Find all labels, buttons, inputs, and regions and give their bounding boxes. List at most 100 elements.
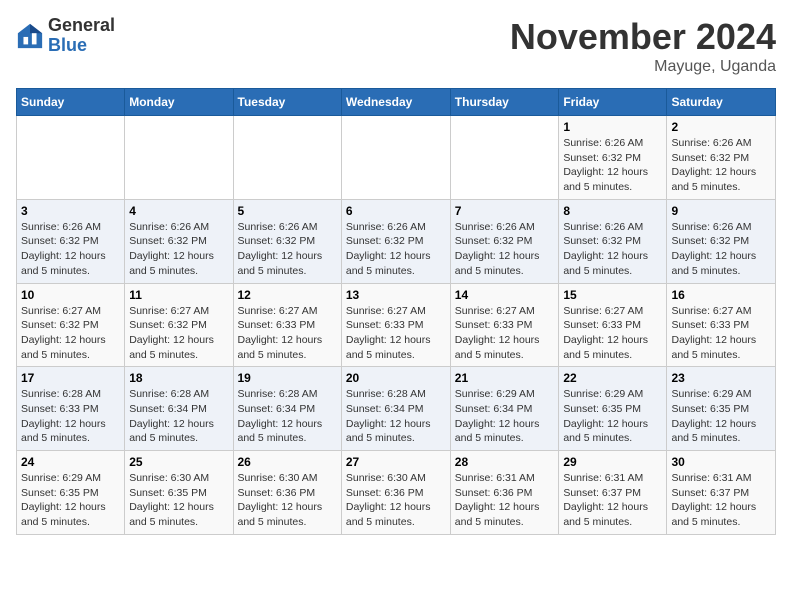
calendar-cell: 27 Sunrise: 6:30 AM Sunset: 6:36 PM Dayli… <box>341 451 450 535</box>
title-area: November 2024 Mayuge, Uganda <box>510 16 776 76</box>
calendar-table: SundayMondayTuesdayWednesdayThursdayFrid… <box>16 88 776 535</box>
day-info: Sunrise: 6:26 AM Sunset: 6:32 PM Dayligh… <box>129 220 228 279</box>
day-number: 4 <box>129 204 228 218</box>
day-number: 12 <box>238 288 337 302</box>
day-info: Sunrise: 6:26 AM Sunset: 6:32 PM Dayligh… <box>671 136 771 195</box>
day-number: 24 <box>21 455 120 469</box>
calendar-cell: 22Sunrise: 6:29 AM Sunset: 6:35 PM Dayli… <box>559 367 667 451</box>
day-number: 9 <box>671 204 771 218</box>
calendar-cell: 15 Sunrise: 6:27 AM Sunset: 6:33 PM Dayli… <box>559 283 667 367</box>
calendar-cell: 20Sunrise: 6:28 AM Sunset: 6:34 PM Dayli… <box>341 367 450 451</box>
calendar-cell: 12 Sunrise: 6:27 AM Sunset: 6:33 PM Dayli… <box>233 283 341 367</box>
calendar-subtitle: Mayuge, Uganda <box>510 58 776 76</box>
day-info: Sunrise: 6:31 AM Sunset: 6:36 PM Dayligh… <box>455 471 555 530</box>
calendar-cell <box>233 116 341 200</box>
day-info: Sunrise: 6:27 AM Sunset: 6:33 PM Dayligh… <box>238 304 337 363</box>
day-number: 8 <box>563 204 662 218</box>
calendar-cell <box>125 116 233 200</box>
day-number: 17 <box>21 371 120 385</box>
calendar-cell: 18 Sunrise: 6:28 AM Sunset: 6:34 PM Dayli… <box>125 367 233 451</box>
day-info: Sunrise: 6:26 AM Sunset: 6:32 PM Dayligh… <box>455 220 555 279</box>
day-number: 27 <box>346 455 446 469</box>
calendar-cell: 2 Sunrise: 6:26 AM Sunset: 6:32 PM Daylig… <box>667 116 776 200</box>
logo-text: General Blue <box>48 16 115 56</box>
day-info: Sunrise: 6:26 AM Sunset: 6:32 PM Dayligh… <box>563 136 662 195</box>
calendar-cell: 14 Sunrise: 6:27 AM Sunset: 6:33 PM Dayli… <box>450 283 559 367</box>
calendar-cell: 11 Sunrise: 6:27 AM Sunset: 6:32 PM Dayli… <box>125 283 233 367</box>
calendar-cell: 5Sunrise: 6:26 AM Sunset: 6:32 PM Daylig… <box>233 199 341 283</box>
calendar-cell: 4 Sunrise: 6:26 AM Sunset: 6:32 PM Daylig… <box>125 199 233 283</box>
calendar-cell: 9 Sunrise: 6:26 AM Sunset: 6:32 PM Daylig… <box>667 199 776 283</box>
header-wednesday: Wednesday <box>341 89 450 116</box>
day-info: Sunrise: 6:30 AM Sunset: 6:35 PM Dayligh… <box>129 471 228 530</box>
day-info: Sunrise: 6:30 AM Sunset: 6:36 PM Dayligh… <box>238 471 337 530</box>
day-number: 7 <box>455 204 555 218</box>
calendar-cell <box>450 116 559 200</box>
calendar-cell <box>17 116 125 200</box>
calendar-cell: 13 Sunrise: 6:27 AM Sunset: 6:33 PM Dayli… <box>341 283 450 367</box>
day-number: 11 <box>129 288 228 302</box>
calendar-cell: 19 Sunrise: 6:28 AM Sunset: 6:34 PM Dayli… <box>233 367 341 451</box>
day-number: 16 <box>671 288 771 302</box>
day-number: 13 <box>346 288 446 302</box>
week-row-5: 24Sunrise: 6:29 AM Sunset: 6:35 PM Dayli… <box>17 451 776 535</box>
day-number: 25 <box>129 455 228 469</box>
day-info: Sunrise: 6:29 AM Sunset: 6:34 PM Dayligh… <box>455 387 555 446</box>
header-thursday: Thursday <box>450 89 559 116</box>
day-info: Sunrise: 6:27 AM Sunset: 6:33 PM Dayligh… <box>455 304 555 363</box>
day-number: 30 <box>671 455 771 469</box>
logo-icon <box>16 22 44 50</box>
header-saturday: Saturday <box>667 89 776 116</box>
day-number: 14 <box>455 288 555 302</box>
day-number: 10 <box>21 288 120 302</box>
day-info: Sunrise: 6:28 AM Sunset: 6:34 PM Dayligh… <box>238 387 337 446</box>
calendar-cell: 6 Sunrise: 6:26 AM Sunset: 6:32 PM Daylig… <box>341 199 450 283</box>
day-info: Sunrise: 6:31 AM Sunset: 6:37 PM Dayligh… <box>563 471 662 530</box>
header-sunday: Sunday <box>17 89 125 116</box>
day-number: 1 <box>563 120 662 134</box>
day-info: Sunrise: 6:27 AM Sunset: 6:33 PM Dayligh… <box>346 304 446 363</box>
day-number: 21 <box>455 371 555 385</box>
calendar-title: November 2024 <box>510 16 776 58</box>
day-info: Sunrise: 6:29 AM Sunset: 6:35 PM Dayligh… <box>563 387 662 446</box>
day-info: Sunrise: 6:27 AM Sunset: 6:33 PM Dayligh… <box>563 304 662 363</box>
day-info: Sunrise: 6:31 AM Sunset: 6:37 PM Dayligh… <box>671 471 771 530</box>
day-number: 2 <box>671 120 771 134</box>
calendar-cell: 30 Sunrise: 6:31 AM Sunset: 6:37 PM Dayli… <box>667 451 776 535</box>
calendar-cell: 3Sunrise: 6:26 AM Sunset: 6:32 PM Daylig… <box>17 199 125 283</box>
day-number: 19 <box>238 371 337 385</box>
week-row-1: 1 Sunrise: 6:26 AM Sunset: 6:32 PM Daylig… <box>17 116 776 200</box>
day-number: 23 <box>671 371 771 385</box>
day-info: Sunrise: 6:28 AM Sunset: 6:34 PM Dayligh… <box>129 387 228 446</box>
day-number: 20 <box>346 371 446 385</box>
day-info: Sunrise: 6:28 AM Sunset: 6:33 PM Dayligh… <box>21 387 120 446</box>
day-info: Sunrise: 6:30 AM Sunset: 6:36 PM Dayligh… <box>346 471 446 530</box>
week-row-3: 10 Sunrise: 6:27 AM Sunset: 6:32 PM Dayli… <box>17 283 776 367</box>
day-info: Sunrise: 6:26 AM Sunset: 6:32 PM Dayligh… <box>671 220 771 279</box>
week-row-2: 3Sunrise: 6:26 AM Sunset: 6:32 PM Daylig… <box>17 199 776 283</box>
day-number: 5 <box>238 204 337 218</box>
day-number: 15 <box>563 288 662 302</box>
header-monday: Monday <box>125 89 233 116</box>
day-number: 6 <box>346 204 446 218</box>
logo: General Blue <box>16 16 115 56</box>
day-info: Sunrise: 6:27 AM Sunset: 6:32 PM Dayligh… <box>129 304 228 363</box>
calendar-cell: 17 Sunrise: 6:28 AM Sunset: 6:33 PM Dayli… <box>17 367 125 451</box>
calendar-cell: 29 Sunrise: 6:31 AM Sunset: 6:37 PM Dayli… <box>559 451 667 535</box>
header-friday: Friday <box>559 89 667 116</box>
header: General Blue November 2024 Mayuge, Ugand… <box>16 16 776 76</box>
calendar-cell <box>341 116 450 200</box>
calendar-cell: 25 Sunrise: 6:30 AM Sunset: 6:35 PM Dayli… <box>125 451 233 535</box>
logo-general: General <box>48 15 115 35</box>
day-number: 18 <box>129 371 228 385</box>
calendar-cell: 26Sunrise: 6:30 AM Sunset: 6:36 PM Dayli… <box>233 451 341 535</box>
day-info: Sunrise: 6:26 AM Sunset: 6:32 PM Dayligh… <box>21 220 120 279</box>
day-info: Sunrise: 6:26 AM Sunset: 6:32 PM Dayligh… <box>346 220 446 279</box>
calendar-cell: 16Sunrise: 6:27 AM Sunset: 6:33 PM Dayli… <box>667 283 776 367</box>
week-row-4: 17 Sunrise: 6:28 AM Sunset: 6:33 PM Dayli… <box>17 367 776 451</box>
calendar-cell: 7 Sunrise: 6:26 AM Sunset: 6:32 PM Daylig… <box>450 199 559 283</box>
calendar-cell: 8 Sunrise: 6:26 AM Sunset: 6:32 PM Daylig… <box>559 199 667 283</box>
calendar-cell: 24Sunrise: 6:29 AM Sunset: 6:35 PM Dayli… <box>17 451 125 535</box>
day-info: Sunrise: 6:26 AM Sunset: 6:32 PM Dayligh… <box>563 220 662 279</box>
day-number: 29 <box>563 455 662 469</box>
